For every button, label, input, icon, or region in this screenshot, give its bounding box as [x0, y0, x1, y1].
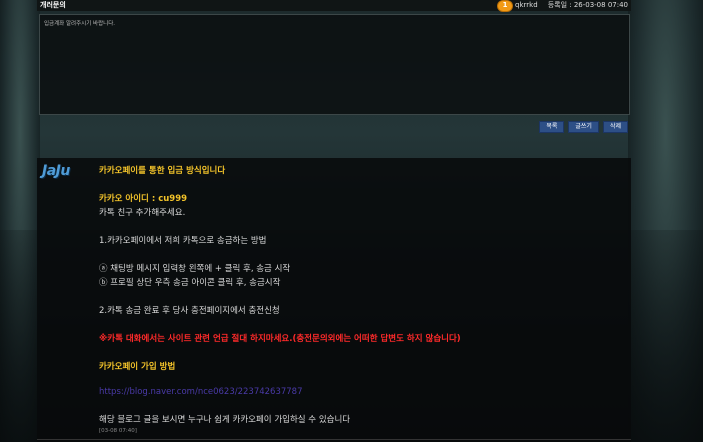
- divider: [37, 439, 631, 440]
- answer-line-blog-note: 해당 블로그 글을 보시면 누구나 쉽게 카카오페이 가입하실 수 있습니다: [99, 415, 351, 425]
- answer-line-step1: 1.카카오페이에서 저희 카톡으로 송금하는 방법: [99, 236, 267, 246]
- answer-line-add-friend: 카톡 친구 추가해주세요.: [99, 208, 186, 218]
- answer-line-signup-heading: 카카오페이 가입 방법: [99, 362, 176, 372]
- answer-timestamp: [03-08 07:40]: [99, 428, 137, 434]
- post-meta: 1 qkrrkd 등록일 : 26-03-08 07:40: [498, 0, 628, 11]
- answer-panel: JaJu 카카오페이를 통한 입금 방식입니다 카카오 아이디 : cu999 …: [37, 158, 631, 442]
- delete-button[interactable]: 삭제: [602, 121, 628, 133]
- question-text: 입금계좌 알려주시기 바랍니다.: [44, 21, 116, 27]
- answer-line-warning: ※카톡 대화에서는 사이트 관련 언급 절대 하지마세요.(충전문의외에는 어떠…: [99, 334, 461, 344]
- list-button[interactable]: 목록: [539, 121, 565, 133]
- answer-line-step2: 2.카톡 송금 완료 후 당사 충전페이지에서 충전신청: [99, 306, 280, 316]
- question-body: 입금계좌 알려주시기 바랍니다.: [39, 14, 630, 115]
- post-frame: 개러문의 1 qkrrkd 등록일 : 26-03-08 07:40 입금계좌 …: [37, 0, 631, 442]
- write-button[interactable]: 글쓰기: [568, 121, 599, 133]
- post-header: 개러문의 1 qkrrkd 등록일 : 26-03-08 07:40: [37, 0, 631, 11]
- author-name[interactable]: qkrrkd: [515, 0, 538, 11]
- answer-line-step1b: ⓑ 프로필 상단 우측 송금 아이콘 클릭 후, 송금시작: [99, 278, 281, 288]
- post-title: 개러문의: [40, 1, 66, 9]
- answer-line-intro: 카카오페이를 통한 입금 방식입니다: [99, 166, 226, 176]
- answer-line-step1a: ⓐ 채팅방 메시지 입력창 왼쪽에 + 클릭 후, 송금 시작: [99, 264, 291, 274]
- answer-line-kakao-id: 카카오 아이디 : cu999: [99, 194, 188, 204]
- action-buttons: 목록 글쓰기 삭제: [539, 121, 628, 133]
- post-date: 등록일 : 26-03-08 07:40: [547, 1, 628, 9]
- blog-link[interactable]: https://blog.naver.com/nce0623/223742637…: [99, 387, 303, 397]
- level-badge-icon: 1: [498, 0, 513, 11]
- jaju-logo: JaJu: [42, 163, 70, 179]
